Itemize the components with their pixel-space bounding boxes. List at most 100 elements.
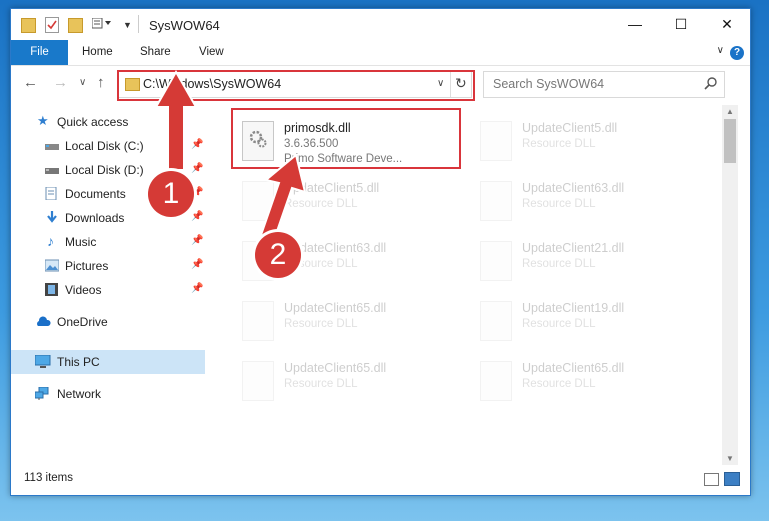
file-item[interactable]: UpdateClient63.dll Resource DLL <box>471 170 711 228</box>
ribbon: File Home Share View ∨ ? <box>11 40 750 66</box>
dll-file-icon <box>480 181 512 221</box>
folder-icon <box>21 18 36 33</box>
large-icons-view-icon[interactable] <box>724 472 740 486</box>
sidebar-item-local-disk-c[interactable]: Local Disk (C:) 📌 <box>11 134 205 158</box>
title-bar: ▼ SysWOW64 — ☐ ✕ <box>11 9 750 40</box>
explorer-window: ▼ SysWOW64 — ☐ ✕ File Home Share View ∨ … <box>10 8 751 496</box>
file-description: Resource DLL <box>284 378 358 390</box>
sidebar-item-quick-access[interactable]: ★ Quick access <box>11 110 205 134</box>
recent-locations-button[interactable]: ∨ <box>79 77 86 88</box>
sidebar-item-label: Quick access <box>57 115 129 129</box>
tab-view[interactable]: View <box>199 40 224 65</box>
pin-icon[interactable]: 📌 <box>191 163 203 174</box>
minimize-button[interactable]: — <box>612 9 658 40</box>
file-name: UpdateClient5.dll <box>522 121 618 135</box>
back-button[interactable]: ← <box>23 74 38 91</box>
pin-icon[interactable]: 📌 <box>191 259 203 270</box>
search-box[interactable]: Search SysWOW64 <box>483 71 725 98</box>
sidebar-item-label: Local Disk (C:) <box>65 139 144 153</box>
tab-home[interactable]: Home <box>82 40 113 65</box>
computer-icon <box>34 354 51 368</box>
dll-file-icon <box>242 301 274 341</box>
close-button[interactable]: ✕ <box>704 9 750 40</box>
sidebar-item-onedrive[interactable]: OneDrive <box>11 310 205 334</box>
file-description: Resource DLL <box>522 318 596 330</box>
search-input[interactable]: Search SysWOW64 <box>493 77 604 91</box>
download-icon <box>45 211 59 224</box>
status-bar: 113 items <box>11 465 750 493</box>
new-folder-icon[interactable] <box>68 18 83 33</box>
sidebar-item-label: OneDrive <box>57 315 108 329</box>
sidebar-item-label: Local Disk (D:) <box>65 163 144 177</box>
scroll-up-icon[interactable]: ▲ <box>726 107 734 116</box>
pin-icon[interactable]: 📌 <box>191 283 203 294</box>
tab-share[interactable]: Share <box>140 40 171 65</box>
file-item[interactable]: UpdateClient5.dll Resource DLL <box>233 170 473 228</box>
file-description: Resource DLL <box>522 198 596 210</box>
sidebar-item-label: Music <box>65 235 97 249</box>
pin-icon[interactable]: 📌 <box>191 139 203 150</box>
dll-file-icon <box>480 301 512 341</box>
dll-file-icon <box>480 241 512 281</box>
step-badge-1: 1 <box>148 171 194 217</box>
videos-icon <box>45 283 59 296</box>
sidebar-item-this-pc[interactable]: This PC <box>11 350 205 374</box>
file-description: Resource DLL <box>522 378 596 390</box>
forward-button[interactable]: → <box>53 74 68 91</box>
file-name: UpdateClient65.dll <box>284 301 387 315</box>
file-description: Resource DLL <box>522 258 596 270</box>
sidebar-item-label: This PC <box>57 355 100 369</box>
sidebar-item-network[interactable]: Network <box>11 382 205 406</box>
file-name: UpdateClient19.dll <box>522 301 625 315</box>
file-name: UpdateClient21.dll <box>522 241 625 255</box>
chevron-down-icon[interactable]: ▼ <box>123 20 132 30</box>
customize-toolbar-icon[interactable] <box>91 17 111 30</box>
pin-icon[interactable]: 📌 <box>191 211 203 222</box>
address-highlight-box <box>117 70 475 101</box>
scroll-down-icon[interactable]: ▼ <box>726 454 734 463</box>
sidebar-item-label: Videos <box>65 283 102 297</box>
maximize-button[interactable]: ☐ <box>658 9 704 40</box>
file-name: UpdateClient65.dll <box>284 361 387 375</box>
search-icon[interactable] <box>704 77 717 93</box>
window-title: SysWOW64 <box>149 18 220 33</box>
sidebar-item-label: Documents <box>65 187 126 201</box>
file-item[interactable]: UpdateClient5.dll Resource DLL <box>471 110 711 168</box>
item-count: 113 items <box>24 472 74 484</box>
pictures-icon <box>44 259 60 272</box>
music-icon: ♪ <box>47 233 54 249</box>
sidebar-item-pictures[interactable]: Pictures 📌 <box>11 254 205 278</box>
dll-file-icon <box>242 181 274 221</box>
file-description: Resource DLL <box>522 138 596 150</box>
sidebar-item-music[interactable]: ♪ Music 📌 <box>11 230 205 254</box>
sidebar-item-videos[interactable]: Videos 📌 <box>11 278 205 302</box>
dll-file-icon <box>480 121 512 161</box>
expand-ribbon-icon[interactable]: ∨ <box>717 45 724 56</box>
drive-icon <box>45 139 59 152</box>
scrollbar-thumb[interactable] <box>724 119 736 163</box>
properties-icon[interactable] <box>45 17 59 33</box>
file-item[interactable]: UpdateClient65.dll Resource DLL <box>233 350 473 408</box>
help-icon[interactable]: ? <box>730 46 744 60</box>
drive-icon <box>45 163 59 176</box>
dll-file-icon <box>242 361 274 401</box>
pin-icon[interactable]: 📌 <box>191 235 203 246</box>
network-icon <box>34 386 49 400</box>
file-name: UpdateClient65.dll <box>522 361 625 375</box>
tab-file[interactable]: File <box>11 40 68 65</box>
sidebar-item-label: Pictures <box>65 259 109 273</box>
file-item[interactable]: UpdateClient21.dll Resource DLL <box>471 230 711 288</box>
sidebar-item-label: Network <box>57 387 102 401</box>
step-badge-2: 2 <box>255 232 301 278</box>
file-highlight-box <box>231 108 461 169</box>
file-name: UpdateClient63.dll <box>522 181 625 195</box>
file-item[interactable]: UpdateClient65.dll Resource DLL <box>471 350 711 408</box>
details-view-icon[interactable] <box>704 473 719 486</box>
navigation-pane: ★ Quick access Local Disk (C:) 📌 Local D… <box>11 105 207 465</box>
divider <box>138 15 139 33</box>
file-item[interactable]: UpdateClient65.dll Resource DLL <box>233 290 473 348</box>
up-button[interactable]: ↑ <box>97 74 105 91</box>
file-item[interactable]: UpdateClient19.dll Resource DLL <box>471 290 711 348</box>
cloud-icon <box>35 315 51 328</box>
vertical-scrollbar[interactable]: ▲ ▼ <box>722 105 738 465</box>
